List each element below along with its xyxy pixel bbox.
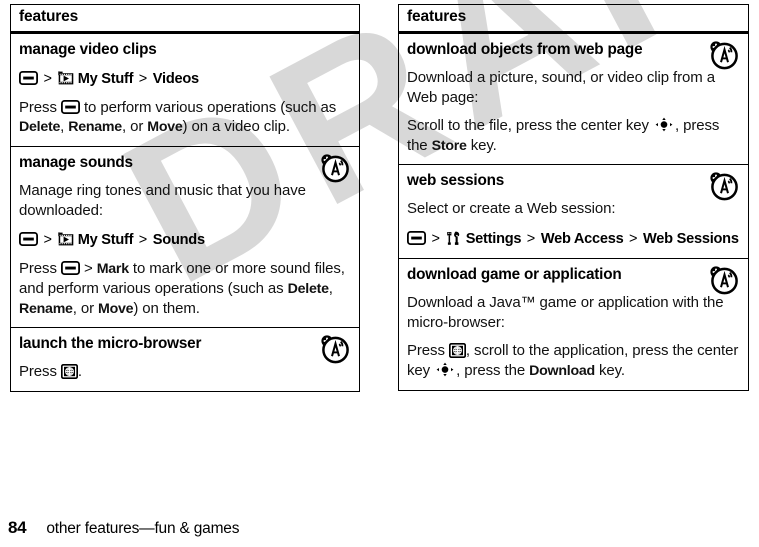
feature-row: launch the micro-browser Press . [11,327,359,391]
ui-term: My Stuff [77,70,134,87]
feature-description: Scroll to the file, press the center key… [407,116,740,155]
right-table-body: download objects from web page Download a… [399,34,748,390]
feature-description: Press , scroll to the application, press… [407,341,740,380]
path-separator: > [134,232,152,249]
page-footer: 84 other features—fun & games [0,518,759,538]
path-separator: > [39,232,57,249]
feature-row: manage sounds Manage ring tones and music… [11,146,359,327]
menu-key-icon [60,261,80,276]
table-header-left: features [11,5,359,34]
ui-term: Rename [68,119,122,136]
table-header-right: features [399,5,748,34]
right-column: features download objects from web page D… [398,4,749,391]
text-run: key. [466,136,497,154]
path-separator: > [625,231,642,248]
text-run: Press [407,342,449,360]
menu-path: > Settings > Web Access > Web Sessions [406,229,740,249]
features-table-right: features download objects from web page D… [398,4,749,391]
features-table-left: features manage video clips > My Stuff >… [10,4,360,393]
ota-icon [708,265,742,296]
text-run: Select or create a Web session: [407,200,616,218]
my-stuff-filmstrip-icon [57,71,74,86]
left-column: features manage video clips > My Stuff >… [10,4,360,393]
path-separator: > [134,70,152,87]
ui-term: Delete [287,281,329,298]
path-separator: > [39,70,57,87]
ota-icon [708,171,742,202]
feature-title: manage video clips [19,40,157,58]
center-key-icon [434,362,456,377]
text-run: ) on a video clip. [182,118,291,136]
manual-page: DRAFT features manage video clips > My S… [0,0,759,547]
text-run: Manage ring tones and music that you hav… [19,182,306,219]
ui-term: Download [529,363,595,380]
text-run: Press [19,98,61,116]
menu-key-icon [18,70,39,85]
feature-title: web sessions [407,172,505,190]
ota-icon [319,334,353,365]
ui-term: Move [147,119,183,136]
menu-key-icon [18,232,39,247]
path-separator: > [427,231,445,248]
my-stuff-filmstrip-icon [57,232,74,247]
feature-title: manage sounds [19,154,133,172]
ui-term: Rename [19,300,73,317]
ui-term: Web Sessions [643,231,739,248]
text-run: , press the [456,362,530,380]
text-run: , [60,118,69,136]
ui-term: Videos [152,70,199,87]
text-run: Press [19,260,61,278]
ui-term: Mark [96,261,129,278]
page-number: 84 [8,518,27,537]
text-run: , or [72,299,99,317]
ui-term: Move [98,300,134,317]
feature-description: Manage ring tones and music that you hav… [19,181,351,220]
feature-description: Download a picture, sound, or video clip… [407,68,740,107]
text-run: key. [594,362,625,380]
feature-row: manage video clips > My Stuff > Videos Pr… [11,34,359,146]
browser-globe-key-icon [448,343,466,359]
menu-path: > My Stuff > Sounds [18,230,351,250]
menu-path: > My Stuff > Videos [18,69,351,89]
browser-globe-key-icon [60,364,78,380]
text-run: > [79,260,97,278]
footer-chapter-title: other features—fun & games [46,520,240,537]
text-run: Press [19,363,61,381]
feature-title: launch the micro-browser [19,335,202,353]
settings-tools-icon [446,231,462,246]
ui-term: Web Access [540,231,624,248]
left-table-body: manage video clips > My Stuff > Videos Pr… [11,34,359,391]
ui-term: Delete [19,119,61,136]
feature-row: download objects from web page Download a… [399,34,748,165]
ui-term: Store [431,137,467,154]
text-run: ) on them. [133,299,200,317]
text-run: , [328,280,333,298]
feature-title: download objects from web page [407,40,643,58]
text-run: . [77,363,82,381]
path-separator: > [522,231,540,248]
text-run: to perform various operations (such as [79,98,337,116]
feature-description: Press to perform various operations (suc… [19,98,351,137]
ui-term: Settings [465,231,522,248]
feature-description: Press > Mark to mark one or more sound f… [19,259,351,318]
feature-description: Download a Java™ game or application wit… [407,293,740,332]
text-run: Download a Java™ game or application wit… [407,294,724,331]
text-run: , or [121,118,148,136]
ui-term: My Stuff [77,232,134,249]
feature-description: Press . [19,362,351,382]
text-run: Scroll to the file, press the center key [407,117,654,135]
feature-row: web sessions Select or create a Web sessi… [399,164,748,258]
feature-row: download game or application Download a J… [399,258,748,390]
ota-icon [319,153,353,184]
ota-icon [708,40,742,71]
feature-description: Select or create a Web session: [407,199,740,219]
ui-term: Sounds [152,232,205,249]
menu-key-icon [60,99,80,114]
center-key-icon [653,117,675,132]
text-run: Download a picture, sound, or video clip… [407,68,715,106]
menu-key-icon [406,231,427,246]
feature-title: download game or application [407,266,622,284]
